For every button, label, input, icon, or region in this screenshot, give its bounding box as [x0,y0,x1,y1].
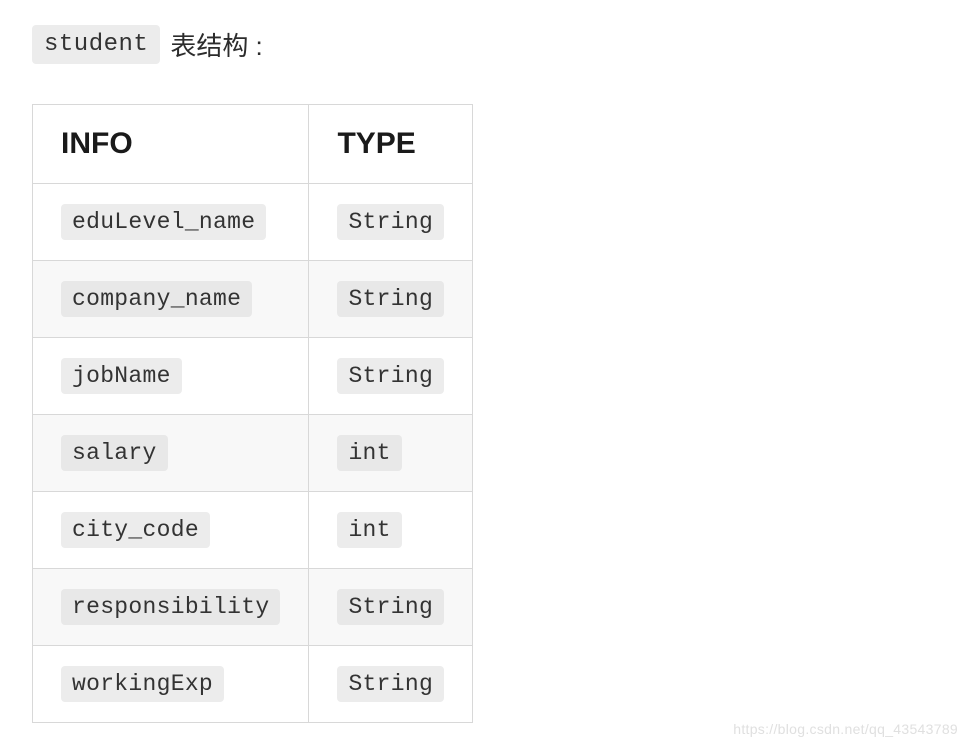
cell-type: String [309,338,473,415]
table-row: salary int [33,415,473,492]
cell-code: responsibility [61,589,280,625]
cell-code: int [337,512,401,548]
cell-info: salary [33,415,309,492]
cell-code: jobName [61,358,182,394]
watermark: https://blog.csdn.net/qq_43543789 [733,721,958,737]
table-header-row: INFO TYPE [33,105,473,184]
cell-type: String [309,261,473,338]
title-line: student 表结构 : [32,25,948,64]
cell-type: int [309,492,473,569]
cell-info: company_name [33,261,309,338]
header-type: TYPE [309,105,473,184]
title-suffix: 表结构 : [170,26,262,63]
cell-info: responsibility [33,569,309,646]
cell-info: jobName [33,338,309,415]
cell-info: city_code [33,492,309,569]
cell-info: eduLevel_name [33,184,309,261]
cell-type: String [309,646,473,723]
cell-code: String [337,204,444,240]
cell-code: String [337,358,444,394]
table-row: company_name String [33,261,473,338]
table-row: eduLevel_name String [33,184,473,261]
cell-code: int [337,435,401,471]
cell-type: String [309,569,473,646]
cell-code: String [337,666,444,702]
table-row: workingExp String [33,646,473,723]
cell-info: workingExp [33,646,309,723]
title-code-tag: student [32,25,160,64]
table-row: city_code int [33,492,473,569]
cell-code: salary [61,435,168,471]
table-row: jobName String [33,338,473,415]
cell-code: eduLevel_name [61,204,266,240]
table-row: responsibility String [33,569,473,646]
cell-type: String [309,184,473,261]
cell-code: workingExp [61,666,224,702]
cell-code: String [337,589,444,625]
header-info: INFO [33,105,309,184]
cell-code: city_code [61,512,210,548]
cell-type: int [309,415,473,492]
schema-table: INFO TYPE eduLevel_name String company_n… [32,104,473,723]
cell-code: company_name [61,281,252,317]
cell-code: String [337,281,444,317]
